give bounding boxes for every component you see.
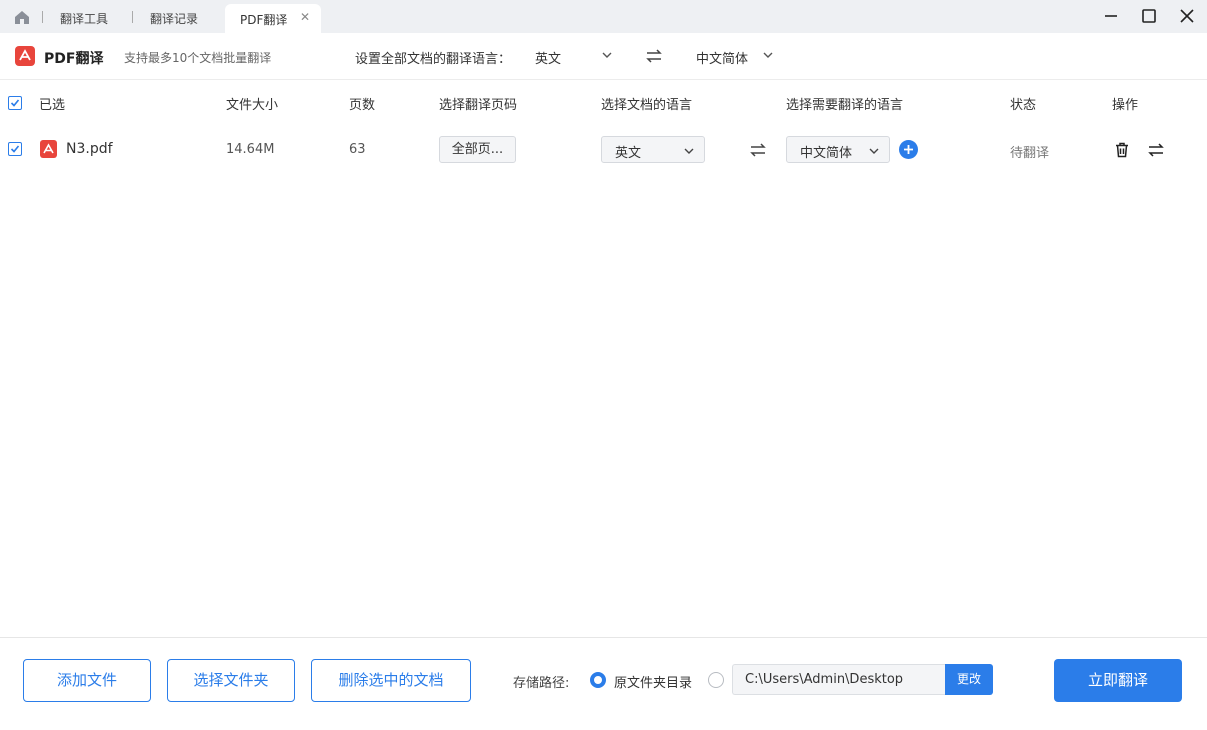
chevron-down-icon — [869, 148, 879, 154]
custom-path-field[interactable]: C:\Users\Admin\Desktop — [732, 664, 946, 695]
status-badge: 待翻译 — [1010, 146, 1050, 161]
pdf-logo-icon — [15, 46, 35, 66]
header-selected: 已选 — [39, 98, 66, 113]
chevron-down-icon — [684, 148, 694, 154]
select-all-checkbox[interactable] — [8, 96, 22, 110]
home-icon[interactable] — [12, 8, 32, 26]
header-doc-lang: 选择文档的语言 — [601, 98, 693, 113]
file-name: N3.pdf — [66, 141, 113, 157]
table-header: 已选 文件大小 页数 选择翻译页码 选择文档的语言 选择需要翻译的语言 状态 操… — [0, 80, 1207, 124]
chevron-down-icon[interactable] — [763, 50, 773, 60]
minimize-icon[interactable] — [1101, 6, 1121, 26]
title-bar: 翻译工具 翻译记录 PDF翻译 ✕ — [0, 0, 1207, 33]
target-lang-value: 中文简体 — [800, 146, 853, 161]
convert-icon[interactable] — [1148, 143, 1164, 157]
maximize-icon[interactable] — [1139, 6, 1159, 26]
global-lang-label: 设置全部文档的翻译语言： — [355, 52, 512, 67]
header-target-lang: 选择需要翻译的语言 — [786, 98, 904, 113]
swap-languages-icon[interactable] — [645, 49, 663, 63]
swap-row-languages-icon[interactable] — [749, 143, 767, 157]
header-page-range: 选择翻译页码 — [439, 98, 518, 113]
tab-translate-tool[interactable]: 翻译工具 — [60, 10, 108, 27]
add-file-button[interactable]: 添加文件 — [23, 659, 151, 702]
tab-translate-history[interactable]: 翻译记录 — [150, 10, 198, 27]
header-status: 状态 — [1010, 98, 1037, 113]
app-title: PDF翻译 — [44, 51, 104, 67]
doc-lang-select[interactable]: 英文 — [601, 136, 705, 163]
tab-separator — [42, 11, 43, 23]
translate-now-button[interactable]: 立即翻译 — [1054, 659, 1182, 702]
original-folder-label[interactable]: 原文件夹目录 — [614, 672, 692, 691]
page-range-button[interactable]: 全部页... — [439, 136, 516, 163]
chevron-down-icon[interactable] — [602, 50, 612, 60]
tab-pdf-translate[interactable]: PDF翻译 ✕ — [225, 4, 321, 33]
header-size: 文件大小 — [226, 98, 279, 113]
delete-selected-button[interactable]: 删除选中的文档 — [311, 659, 471, 702]
change-path-button[interactable]: 更改 — [945, 664, 993, 695]
tab-label: PDF翻译 — [240, 13, 288, 27]
global-source-lang-select[interactable]: 英文 — [535, 48, 561, 67]
close-window-icon[interactable] — [1177, 6, 1197, 26]
save-path-label: 存储路径: — [513, 676, 570, 691]
page-count: 63 — [349, 142, 366, 157]
app-subtitle: 支持最多10个文档批量翻译 — [124, 51, 272, 65]
select-folder-button[interactable]: 选择文件夹 — [167, 659, 295, 702]
file-size: 14.64M — [226, 142, 275, 157]
pdf-file-icon — [40, 140, 57, 158]
radio-custom-path[interactable] — [708, 672, 724, 688]
header-pages: 页数 — [349, 98, 376, 113]
delete-icon[interactable] — [1115, 142, 1129, 158]
target-lang-select[interactable]: 中文简体 — [786, 136, 890, 163]
header-actions: 操作 — [1112, 98, 1139, 113]
toolbar: PDF翻译 支持最多10个文档批量翻译 设置全部文档的翻译语言： 英文 中文简体 — [0, 33, 1207, 80]
table-row: N3.pdf 14.64M 63 全部页... 英文 中文简体 待翻译 — [0, 128, 1207, 172]
row-checkbox[interactable] — [8, 142, 22, 156]
close-tab-icon[interactable]: ✕ — [300, 10, 310, 24]
doc-lang-value: 英文 — [615, 146, 642, 161]
add-language-icon[interactable] — [899, 140, 918, 159]
global-target-lang-select[interactable]: 中文简体 — [696, 48, 748, 67]
radio-original-folder[interactable] — [590, 672, 606, 688]
footer-bar: 添加文件 选择文件夹 删除选中的文档 存储路径: 原文件夹目录 C:\Users… — [0, 637, 1207, 730]
tab-separator — [132, 11, 133, 23]
